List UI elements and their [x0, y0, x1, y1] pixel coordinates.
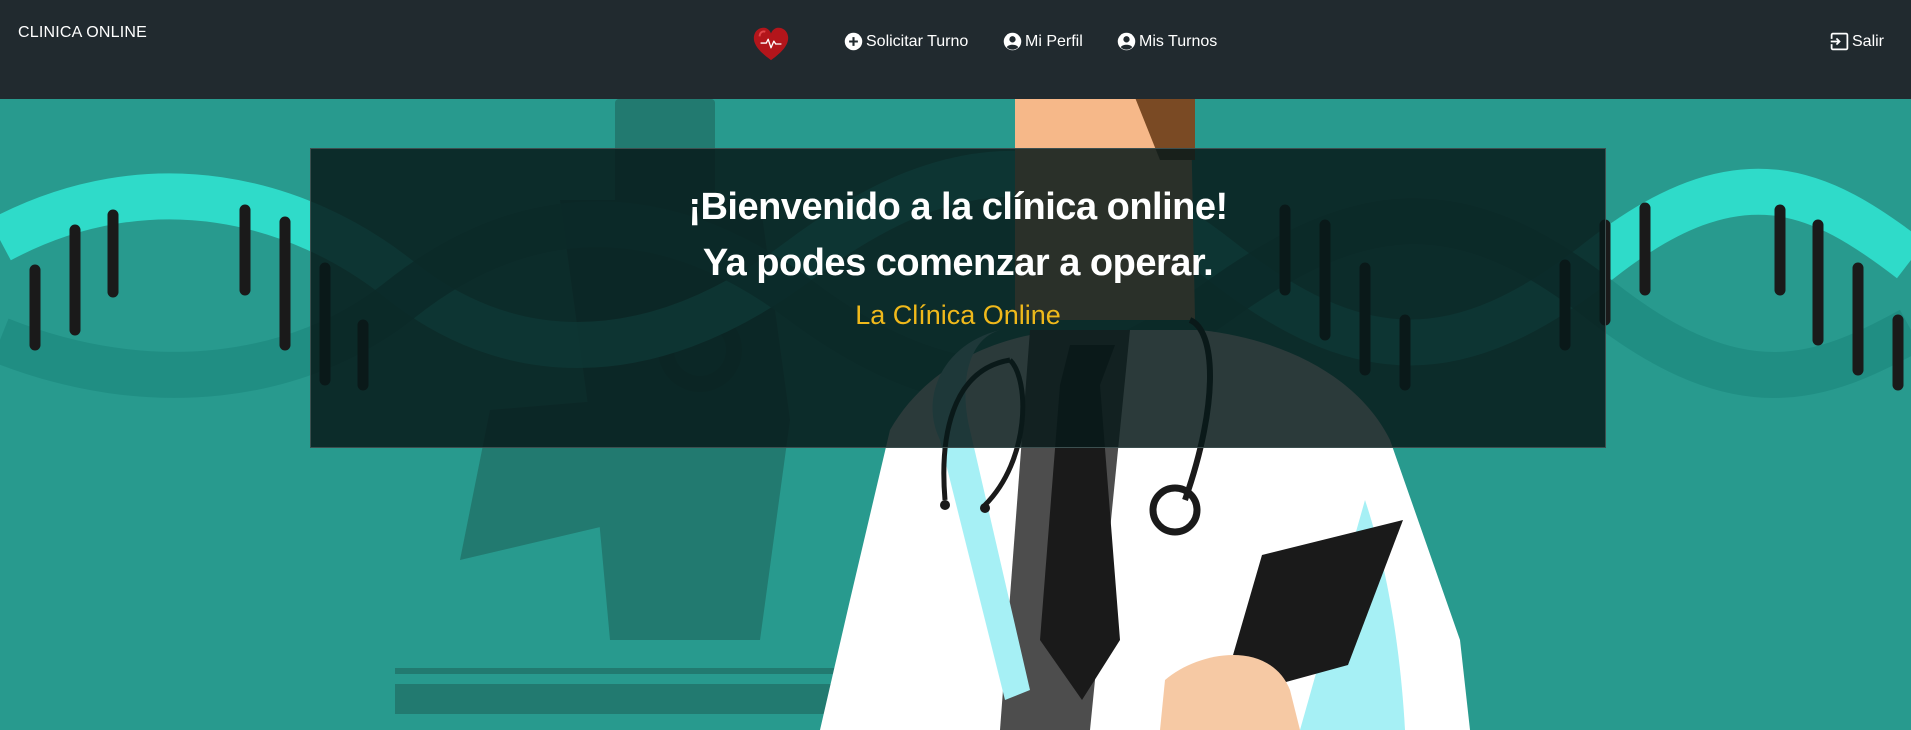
user-circle-icon	[1003, 32, 1022, 51]
nav-solicitar-turno[interactable]: Solicitar Turno	[843, 31, 968, 52]
navbar: CLINICA ONLINE Solicitar Turno Mi Perfil	[0, 0, 1911, 99]
page: CLINICA ONLINE Solicitar Turno Mi Perfil	[0, 0, 1911, 730]
nav-solicitar-turno-label: Solicitar Turno	[866, 32, 969, 50]
welcome-subtitle: La Clínica Online	[855, 300, 1061, 330]
logout-button[interactable]: Salir	[1829, 31, 1884, 52]
brand-link[interactable]: CLINICA ONLINE	[18, 24, 147, 42]
logout-label: Salir	[1852, 32, 1885, 50]
user-circle-icon	[1117, 32, 1136, 51]
welcome-title: ¡Bienvenido a la clínica online!	[688, 186, 1228, 228]
logout-icon	[1829, 32, 1849, 51]
plus-circle-icon	[844, 32, 863, 51]
nav-mis-turnos[interactable]: Mis Turnos	[1116, 31, 1217, 52]
welcome-banner: ¡Bienvenido a la clínica online! Ya pode…	[310, 148, 1606, 448]
nav-mi-perfil-label: Mi Perfil	[1025, 32, 1083, 50]
nav-mi-perfil[interactable]: Mi Perfil	[1002, 31, 1083, 52]
nav-mis-turnos-label: Mis Turnos	[1139, 32, 1218, 50]
heart-pulse-icon[interactable]	[752, 26, 790, 62]
welcome-title-line2: Ya podes comenzar a operar.	[702, 242, 1214, 284]
